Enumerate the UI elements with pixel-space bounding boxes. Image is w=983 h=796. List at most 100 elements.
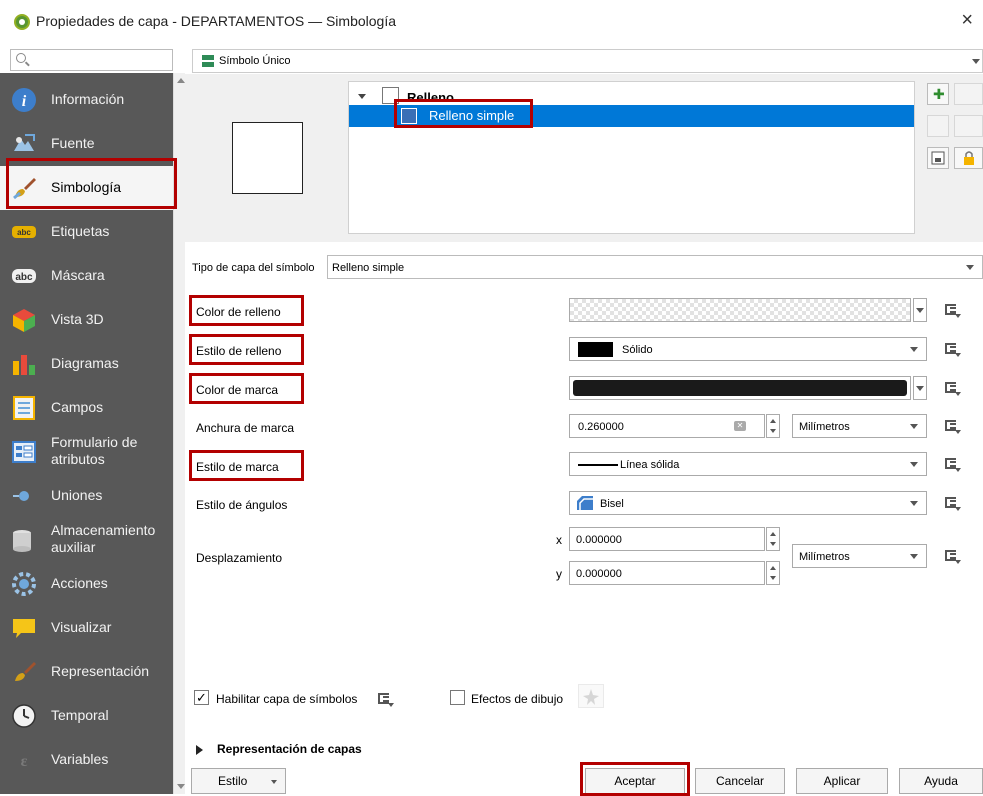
help-button[interactable]: Ayuda (899, 768, 983, 794)
scroll-up-icon[interactable] (177, 78, 185, 83)
offset-y-spinner[interactable] (766, 561, 780, 585)
sidebar-item-fuente[interactable]: Fuente (0, 122, 173, 166)
fill-style-select[interactable]: Sólido (569, 337, 927, 361)
renderer-select[interactable]: Símbolo Único (192, 49, 983, 73)
stroke-style-select[interactable]: Línea sólida (569, 452, 927, 476)
draw-effects-checkbox[interactable] (450, 690, 465, 705)
stroke-width-input[interactable]: 0.260000 ✕ (569, 414, 765, 438)
duplicate-layer-button[interactable] (927, 147, 949, 169)
sidebar-item-almacenamiento[interactable]: Almacenamiento auxiliar (0, 518, 173, 562)
sidebar-item-visualizar[interactable]: Visualizar (0, 606, 173, 650)
stroke-width-label: Anchura de marca (196, 421, 295, 435)
data-defined-override-icon[interactable] (941, 377, 963, 399)
single-symbol-icon (202, 55, 214, 67)
expand-icon[interactable] (358, 94, 366, 99)
ok-button[interactable]: Aceptar (585, 768, 685, 794)
data-defined-override-icon[interactable] (941, 545, 963, 567)
storage-icon (13, 530, 31, 552)
stroke-style-label: Estilo de marca (196, 460, 279, 474)
remove-layer-button[interactable] (954, 83, 983, 105)
style-button[interactable]: Estilo (191, 768, 286, 794)
fields-icon (13, 396, 35, 420)
lock-icon (964, 151, 974, 165)
sidebar-item-acciones[interactable]: Acciones (0, 562, 173, 606)
enable-layer-checkbox[interactable]: ✓ (194, 690, 209, 705)
expand-arrow-icon[interactable] (196, 745, 203, 755)
source-icon (14, 134, 35, 151)
symbol-layer-tree[interactable]: Relleno Relleno simple (348, 81, 915, 234)
sidebar-item-temporal[interactable]: Temporal (0, 694, 173, 738)
variables-icon: ε (21, 753, 28, 770)
sidebar-item-representacion[interactable]: Representación (0, 650, 173, 694)
data-defined-override-icon[interactable] (941, 453, 963, 475)
sidebar-item-informacion[interactable]: i Información (0, 78, 173, 122)
offset-unit-select[interactable]: Milímetros (792, 544, 927, 568)
solid-fill-swatch (578, 342, 613, 357)
form-icon (12, 441, 36, 463)
layer-rendering-header[interactable]: Representación de capas (217, 742, 362, 756)
fill-color-button[interactable] (569, 298, 911, 322)
sidebar-scrollbar[interactable] (173, 73, 185, 794)
search-icon (16, 53, 26, 63)
sidebar-search-input[interactable] (10, 49, 173, 71)
chevron-down-icon (910, 462, 918, 467)
clock-icon (12, 704, 36, 728)
enable-layer-label: Habilitar capa de símbolos (216, 692, 358, 706)
draw-effects-button[interactable] (578, 684, 604, 708)
offset-y-input[interactable]: 0.000000 (569, 561, 765, 585)
tree-row-relleno-simple[interactable]: Relleno simple (349, 105, 914, 127)
sidebar-item-mascara[interactable]: abc Máscara (0, 254, 173, 298)
sidebar-item-campos[interactable]: Campos (0, 386, 173, 430)
add-layer-button[interactable]: ✚ (927, 83, 949, 105)
sidebar-item-diagramas[interactable]: Diagramas (0, 342, 173, 386)
layer-type-select[interactable]: Relleno simple (327, 255, 983, 279)
offset-x-spinner[interactable] (766, 527, 780, 551)
data-defined-override-icon[interactable] (374, 688, 396, 710)
labels-icon: abc (12, 226, 36, 238)
qgis-logo-icon (14, 14, 30, 30)
chevron-down-icon (972, 59, 980, 64)
bevel-join-icon (577, 496, 593, 510)
stroke-color-dropdown[interactable] (913, 376, 927, 400)
apply-button[interactable]: Aplicar (796, 768, 888, 794)
fill-style-label: Estilo de relleno (196, 344, 282, 358)
move-up-button[interactable] (927, 115, 949, 137)
offset-x-input[interactable]: 0.000000 (569, 527, 765, 551)
sidebar-item-etiquetas[interactable]: abc Etiquetas (0, 210, 173, 254)
actions-icon (12, 572, 36, 596)
clear-icon[interactable]: ✕ (734, 421, 746, 431)
sidebar-item-vista-3d[interactable]: Vista 3D (0, 298, 173, 342)
stroke-color-button[interactable] (569, 376, 911, 400)
data-defined-override-icon[interactable] (941, 415, 963, 437)
effects-star-icon (583, 689, 599, 705)
data-defined-override-icon[interactable] (941, 338, 963, 360)
diagram-icon (13, 355, 35, 375)
offset-label: Desplazamiento (196, 551, 283, 565)
window-title: Propiedades de capa - DEPARTAMENTOS — Si… (36, 13, 397, 29)
fill-color-dropdown[interactable] (913, 298, 927, 322)
cancel-button[interactable]: Cancelar (695, 768, 785, 794)
move-down-button[interactable] (954, 115, 983, 137)
lock-layer-button[interactable] (954, 147, 983, 169)
solid-line-icon (578, 464, 618, 466)
layer-type-label: Tipo de capa del símbolo (192, 262, 315, 274)
stroke-width-spinner[interactable] (766, 414, 780, 438)
paintbrush-icon (13, 178, 36, 200)
tree-row-relleno[interactable]: Relleno (349, 86, 914, 105)
data-defined-override-icon[interactable] (941, 299, 963, 321)
sidebar-item-simbologia[interactable]: Simbología (0, 166, 173, 210)
sidebar-item-uniones[interactable]: Uniones (0, 474, 173, 518)
join-style-select[interactable]: Bisel (569, 491, 927, 515)
stroke-color-swatch (573, 380, 907, 396)
stroke-width-unit-select[interactable]: Milímetros (792, 414, 927, 438)
close-icon[interactable]: × (961, 10, 973, 30)
chevron-down-icon (910, 554, 918, 559)
sidebar-item-formulario[interactable]: Formulario de atributos (0, 430, 173, 474)
scroll-down-icon[interactable] (177, 784, 185, 789)
join-icon (13, 491, 29, 501)
data-defined-override-icon[interactable] (941, 492, 963, 514)
layer-checkbox[interactable] (382, 87, 399, 104)
fill-swatch (401, 108, 417, 124)
stroke-color-label: Color de marca (196, 383, 279, 397)
sidebar-item-variables[interactable]: ε Variables (0, 738, 173, 782)
